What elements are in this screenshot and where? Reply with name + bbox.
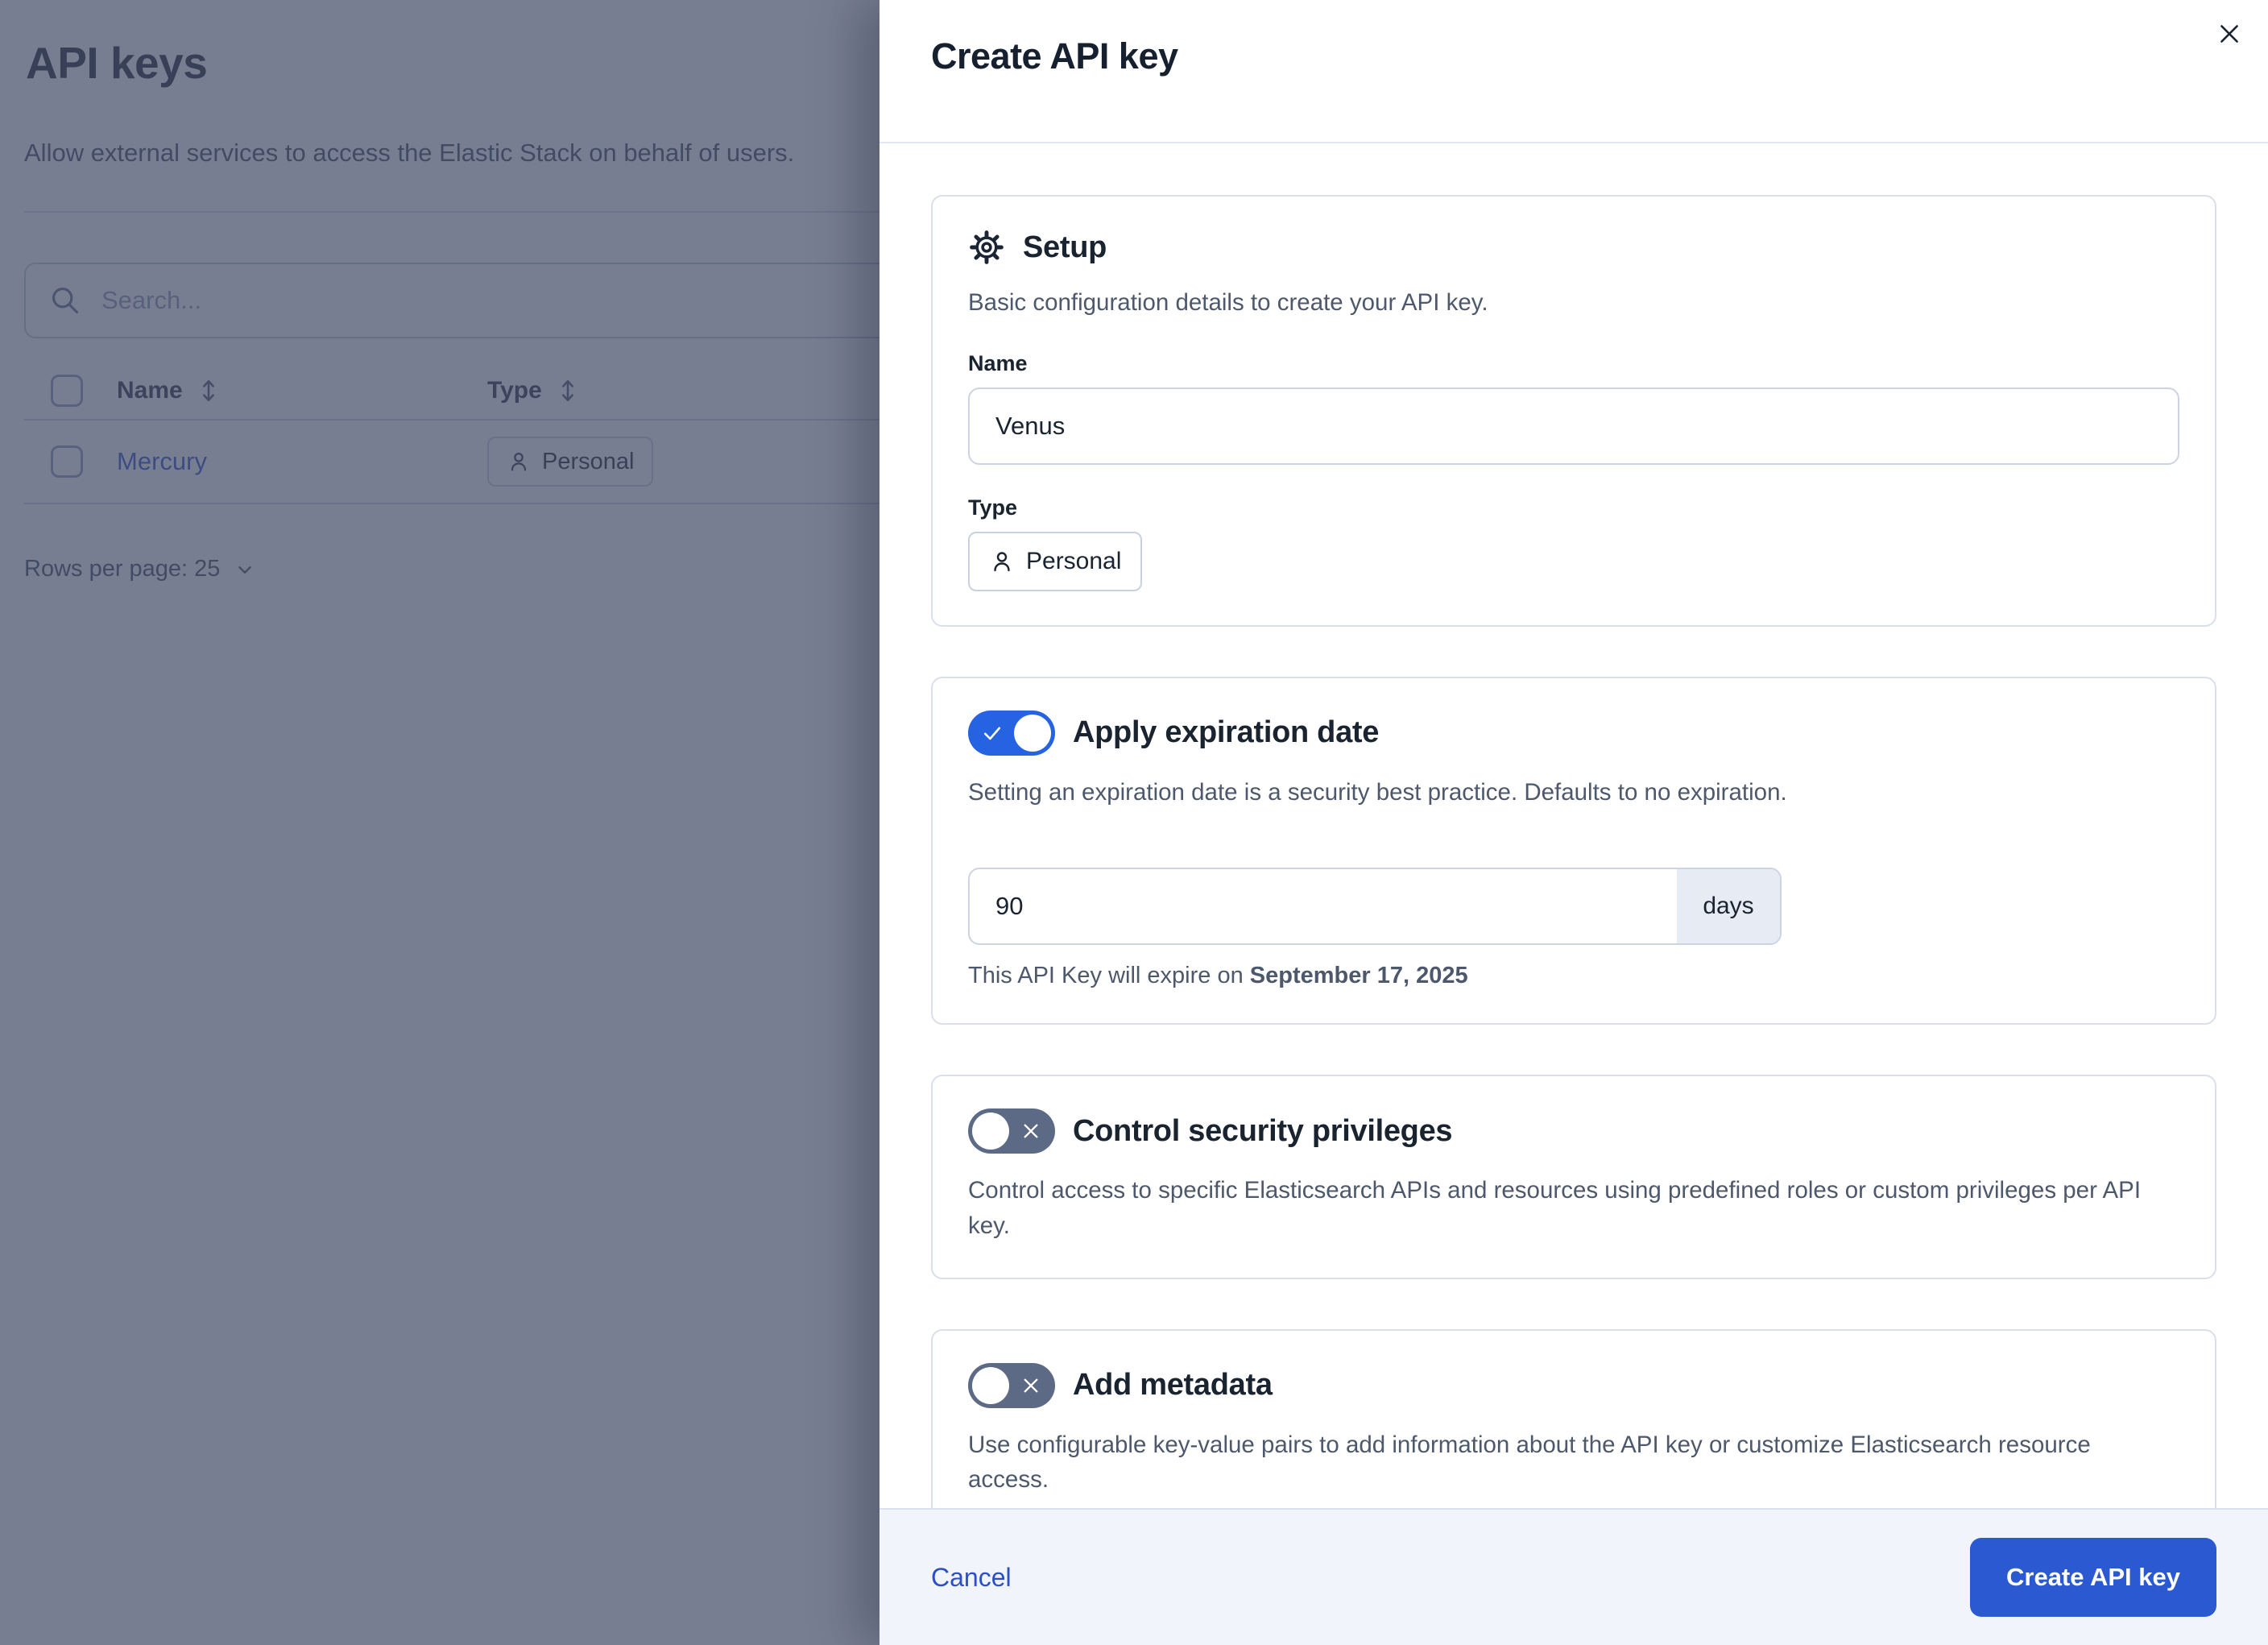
toggle-knob — [972, 1113, 1009, 1150]
metadata-card: Add metadata Use configurable key-value … — [931, 1329, 2216, 1508]
flyout-title: Create API key — [931, 35, 2216, 77]
privileges-title: Control security privileges — [1073, 1114, 1452, 1149]
toggle-knob — [1014, 715, 1051, 752]
expiration-date: September 17, 2025 — [1250, 963, 1468, 988]
expiration-helper-text: This API Key will expire on September 17… — [968, 963, 2179, 989]
privileges-card: Control security privileges Control acce… — [931, 1075, 2216, 1278]
setup-card: Setup Basic configuration details to cre… — [931, 195, 2216, 627]
x-mark-icon — [1020, 1121, 1041, 1142]
metadata-title: Add metadata — [1073, 1368, 1273, 1403]
setup-title: Setup — [1023, 230, 1107, 265]
expiration-toggle[interactable] — [968, 711, 1055, 756]
expiration-description: Setting an expiration date is a security… — [968, 775, 2179, 810]
expiration-input-group: days — [968, 868, 1782, 945]
expiration-days-input[interactable] — [970, 869, 1677, 943]
type-badge-label: Personal — [1026, 548, 1121, 575]
toggle-knob — [972, 1367, 1009, 1404]
expiration-title: Apply expiration date — [1073, 715, 1379, 750]
user-icon — [989, 549, 1015, 574]
flyout-body: Setup Basic configuration details to cre… — [879, 143, 2268, 1508]
type-personal-badge: Personal — [968, 532, 1142, 591]
type-label: Type — [968, 495, 2179, 520]
close-button[interactable] — [2204, 8, 2255, 60]
flyout-footer: Cancel Create API key — [879, 1508, 2268, 1645]
create-api-key-flyout: Create API key — [879, 0, 2268, 1645]
expiration-card: Apply expiration date Setting an expirat… — [931, 677, 2216, 1026]
privileges-toggle[interactable] — [968, 1108, 1055, 1154]
metadata-description: Use configurable key-value pairs to add … — [968, 1427, 2112, 1498]
check-icon — [981, 722, 1004, 744]
setup-description: Basic configuration details to create yo… — [968, 285, 2179, 321]
x-mark-icon — [1020, 1375, 1041, 1396]
privileges-description: Control access to specific Elasticsearch… — [968, 1173, 2168, 1243]
flyout-header: Create API key — [879, 0, 2268, 143]
screen: API keys Allow external services to acce… — [0, 0, 2268, 1645]
name-input[interactable] — [968, 387, 2179, 465]
gear-icon — [968, 229, 1005, 266]
days-unit-suffix: days — [1677, 869, 1780, 943]
create-api-key-button[interactable]: Create API key — [1970, 1538, 2216, 1617]
name-label: Name — [968, 351, 2179, 376]
close-icon — [2216, 20, 2243, 48]
cancel-button[interactable]: Cancel — [931, 1563, 1012, 1593]
metadata-toggle[interactable] — [968, 1363, 1055, 1408]
